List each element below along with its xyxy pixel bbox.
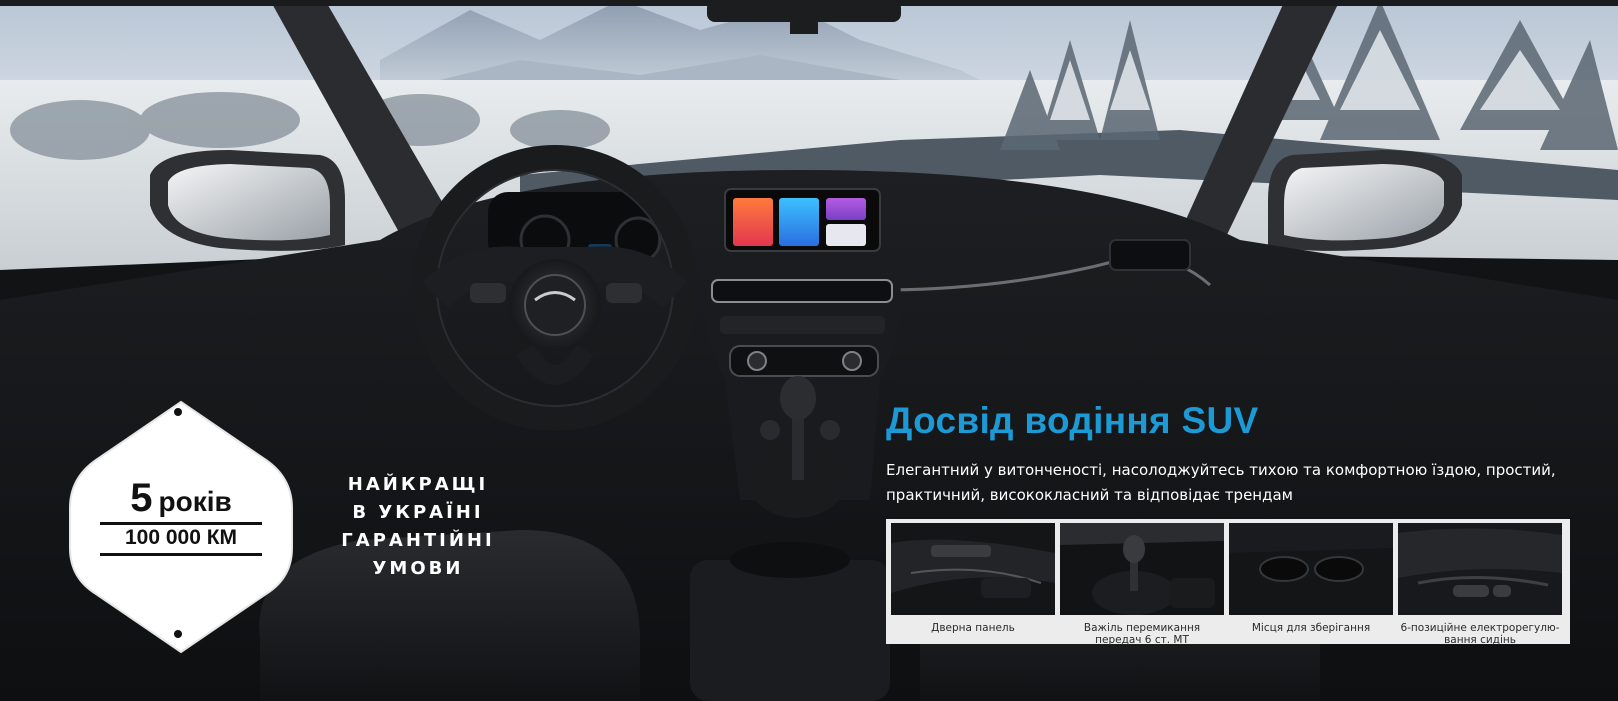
storage-photo	[1229, 523, 1393, 615]
warranty-distance: 100 000 КМ	[124, 526, 238, 549]
gallery-item-power-seat[interactable]: 6-позиційне електрорегулю-вання сидінь	[1398, 523, 1562, 646]
best-terms-line-2: В УКРАЇНІ	[352, 502, 484, 523]
gallery-caption-power-seat: 6-позиційне електрорегулю-вання сидінь	[1400, 622, 1560, 646]
warranty-badge: 5 років 100 000 КМ	[66, 398, 296, 656]
gallery-item-gear-shifter[interactable]: Важіль перемикання передач 6 ст. МТ	[1060, 523, 1224, 646]
door-panel-photo	[891, 523, 1055, 615]
gear-shifter-photo	[1060, 523, 1224, 615]
best-terms-line-4: УМОВИ	[372, 558, 464, 579]
feature-headline: Досвід водіння SUV	[886, 400, 1259, 441]
feature-gallery: Дверна панель Важіль перемикання передач…	[886, 519, 1570, 646]
warranty-years-word: років	[158, 486, 232, 517]
warranty-years-number: 5	[130, 476, 153, 520]
power-seat-photo	[1398, 523, 1562, 615]
best-terms-line-1: НАЙКРАЩІ	[347, 474, 489, 495]
badge-divider-top	[100, 522, 262, 525]
badge-divider-bottom	[100, 553, 262, 556]
warranty-years: 5 років	[66, 476, 296, 521]
gallery-item-storage[interactable]: Місця для зберігання	[1229, 523, 1393, 644]
feature-description: Елегантний у витонченості, насолоджуйтес…	[886, 461, 1556, 504]
gallery-caption-storage: Місця для зберігання	[1251, 622, 1371, 634]
best-terms-line-3: ГАРАНТІЙНІ	[341, 530, 495, 551]
gallery-item-door-panel[interactable]: Дверна панель	[891, 523, 1055, 644]
gallery-caption-door-panel: Дверна панель	[931, 622, 1015, 634]
gallery-caption-gear-shifter: Важіль перемикання передач 6 ст. МТ	[1083, 622, 1201, 646]
best-warranty-terms: НАЙКРАЩІ В УКРАЇНІ ГАРАНТІЙНІ УМОВИ	[318, 471, 518, 583]
